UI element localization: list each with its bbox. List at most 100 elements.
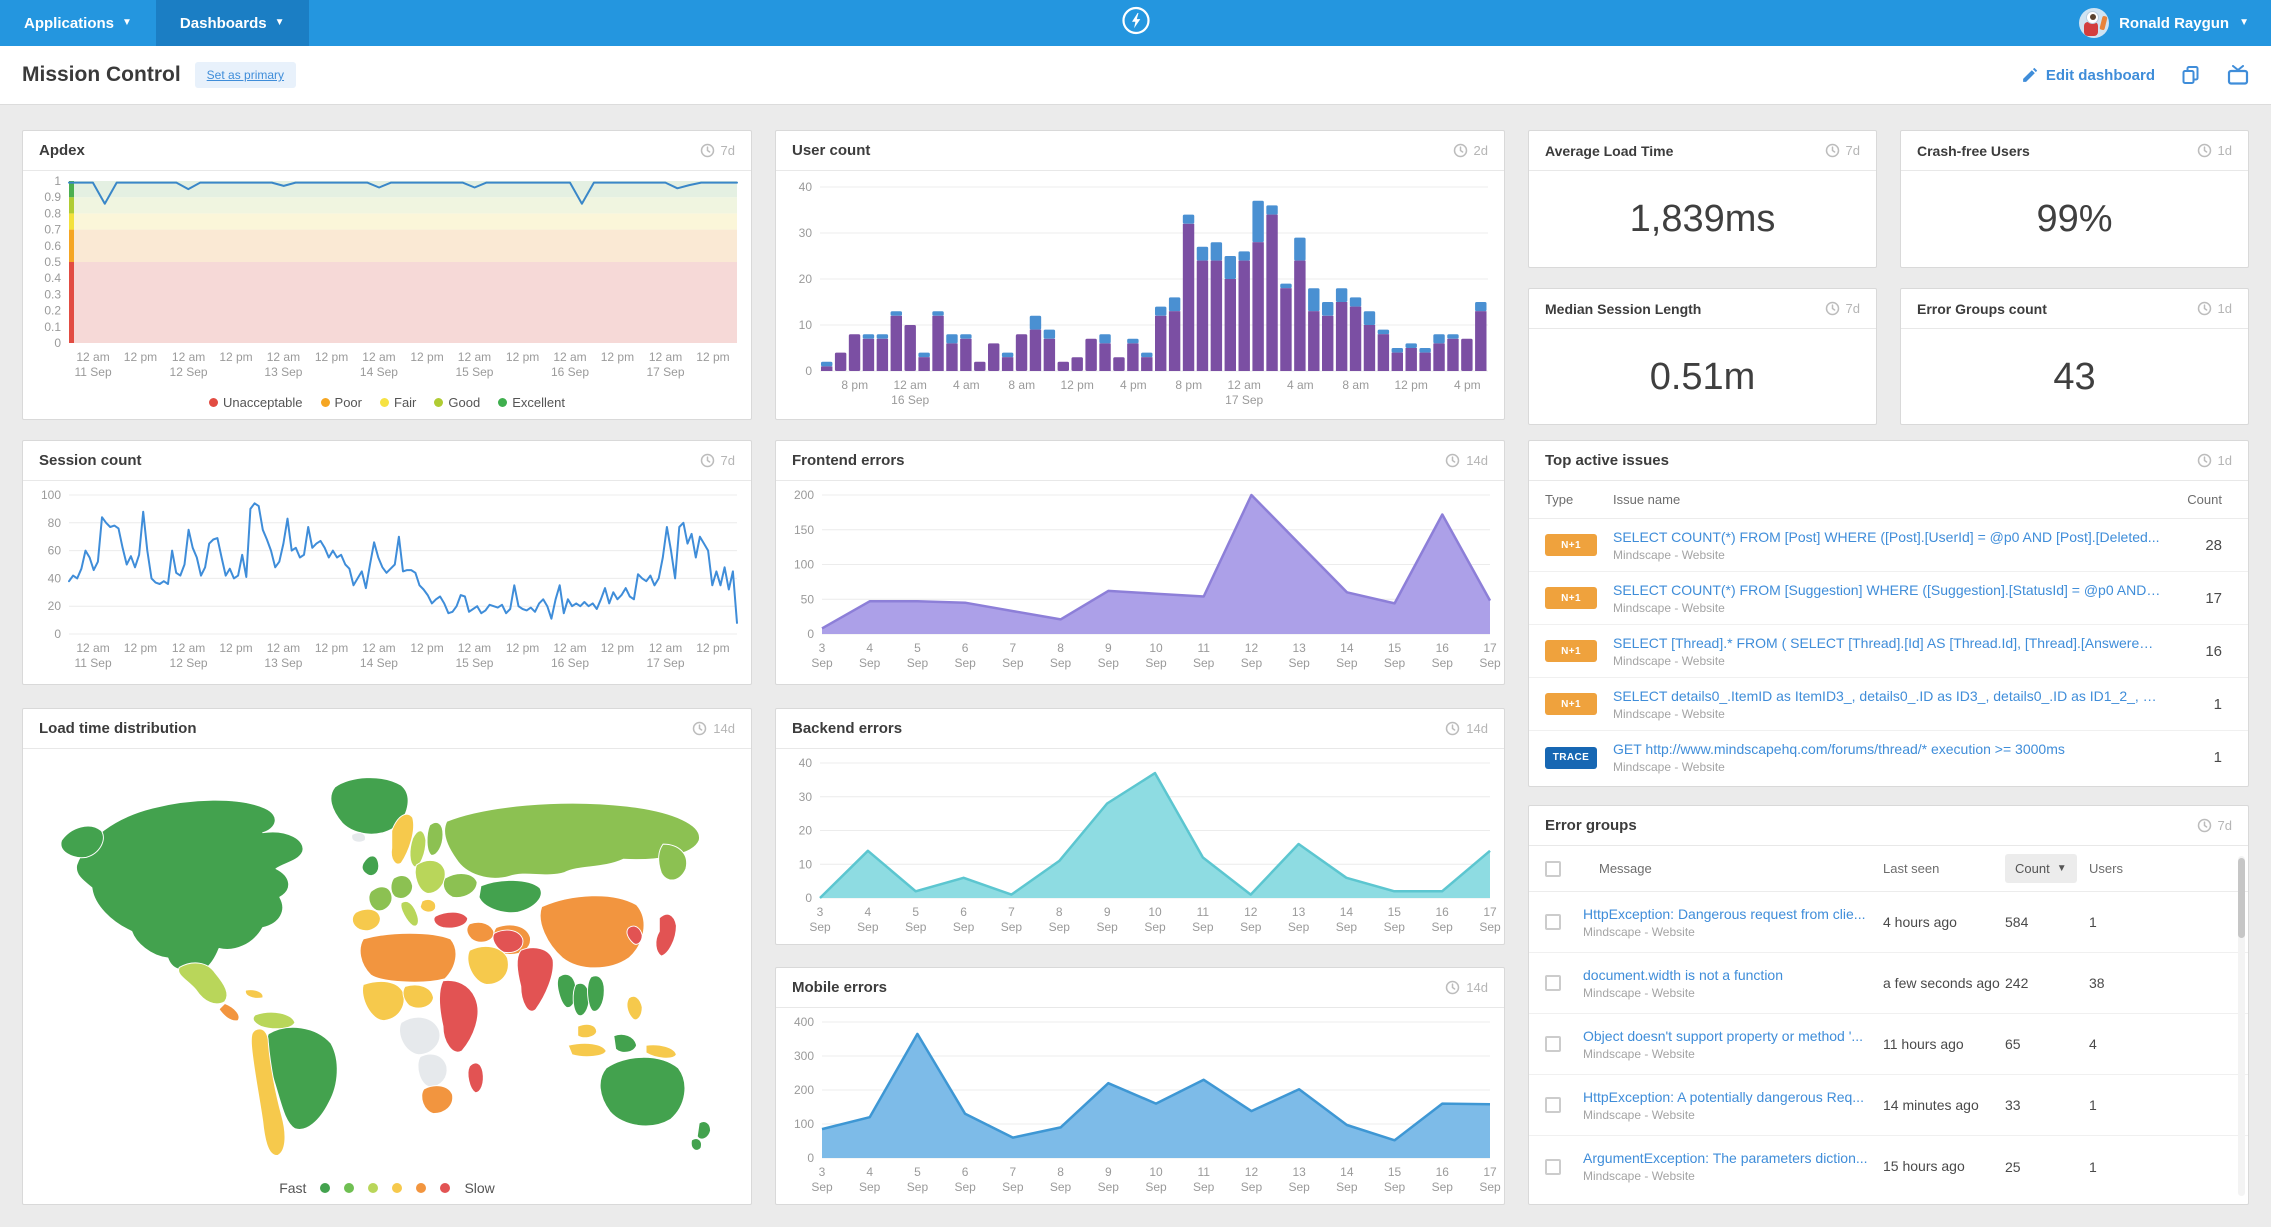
svg-text:Sep: Sep xyxy=(905,920,927,934)
time-period[interactable]: 7d xyxy=(700,143,735,158)
svg-text:11: 11 xyxy=(1197,1165,1210,1179)
svg-text:Sep: Sep xyxy=(907,656,929,670)
issue-link[interactable]: SELECT details0_.ItemID as ItemID3_, det… xyxy=(1613,688,2161,704)
issue-count: 1 xyxy=(2213,695,2222,713)
svg-text:Sep: Sep xyxy=(809,920,831,934)
error-count: 25 xyxy=(2005,1158,2021,1175)
time-period[interactable]: 14d xyxy=(1445,453,1488,468)
issue-link[interactable]: SELECT COUNT(*) FROM [Suggestion] WHERE … xyxy=(1613,582,2161,598)
svg-text:0: 0 xyxy=(805,364,812,378)
time-period[interactable]: 14d xyxy=(1445,980,1488,995)
clock-icon xyxy=(1446,721,1460,736)
time-period[interactable]: 1d xyxy=(2197,143,2232,158)
copy-dashboard-icon[interactable] xyxy=(2181,65,2201,85)
error-group-link[interactable]: document.width is not a function xyxy=(1583,967,1883,983)
svg-text:10: 10 xyxy=(799,318,813,332)
svg-text:11: 11 xyxy=(1197,641,1210,655)
svg-text:12 am: 12 am xyxy=(553,641,586,655)
issue-row: TRACE GET http://www.mindscapehq.com/for… xyxy=(1529,731,2248,784)
nav-applications[interactable]: Applications ▼ xyxy=(0,0,156,46)
svg-text:13 Sep: 13 Sep xyxy=(264,365,302,379)
issue-link[interactable]: SELECT [Thread].* FROM ( SELECT [Thread]… xyxy=(1613,635,2161,651)
svg-text:100: 100 xyxy=(794,1117,814,1131)
set-as-primary-button[interactable]: Set as primary xyxy=(194,62,297,88)
error-group-link[interactable]: HttpException: Dangerous request from cl… xyxy=(1583,906,1883,922)
svg-text:12 am: 12 am xyxy=(172,641,205,655)
svg-text:Sep: Sep xyxy=(1145,656,1167,670)
legend-dot xyxy=(392,1183,403,1193)
issue-link[interactable]: GET http://www.mindscapehq.com/forums/th… xyxy=(1613,741,2161,757)
svg-text:12 pm: 12 pm xyxy=(315,350,348,364)
stat-value: 99% xyxy=(2036,197,2113,240)
scrollbar-track[interactable] xyxy=(2238,856,2245,1196)
row-checkbox[interactable] xyxy=(1545,914,1561,930)
svg-text:40: 40 xyxy=(799,180,813,194)
panel-backend-errors: Backend errors 14d 0 10 20 30 40 3 Sep 4 Sep 5 Sep… xyxy=(775,708,1505,945)
row-checkbox[interactable] xyxy=(1545,1036,1561,1052)
svg-text:4 pm: 4 pm xyxy=(1120,378,1147,392)
svg-text:0: 0 xyxy=(807,627,814,641)
legend-dot xyxy=(498,397,508,407)
svg-text:Sep: Sep xyxy=(1288,1180,1310,1194)
svg-text:20: 20 xyxy=(799,824,813,838)
time-period[interactable]: 7d xyxy=(1825,143,1860,158)
svg-text:16 Sep: 16 Sep xyxy=(891,393,929,407)
top-nav: Applications ▼ Dashboards ▼ Ronald Raygu… xyxy=(0,0,2271,46)
scrollbar-thumb[interactable] xyxy=(2238,858,2245,938)
svg-text:3: 3 xyxy=(817,905,824,919)
error-groups-table-header: Message Last seen Count ▼ Users xyxy=(1529,846,2248,892)
svg-text:7: 7 xyxy=(1008,905,1015,919)
legend-dot xyxy=(320,397,330,407)
svg-text:0.4: 0.4 xyxy=(44,271,61,285)
svg-text:Sep: Sep xyxy=(1336,1180,1358,1194)
svg-text:13 Sep: 13 Sep xyxy=(264,656,302,670)
clock-icon xyxy=(2197,818,2211,833)
time-period[interactable]: 7d xyxy=(2197,818,2232,833)
svg-text:15: 15 xyxy=(1388,905,1402,919)
user-menu[interactable]: Ronald Raygun ▼ xyxy=(2079,0,2249,46)
svg-text:10: 10 xyxy=(799,857,813,871)
nav-dashboards[interactable]: Dashboards ▼ xyxy=(155,0,309,46)
issue-row: N+1 SELECT COUNT(*) FROM [Post] WHERE ([… xyxy=(1529,519,2248,572)
svg-text:Sep: Sep xyxy=(1001,920,1023,934)
time-period[interactable]: 7d xyxy=(1825,301,1860,316)
time-period[interactable]: 7d xyxy=(700,453,735,468)
count-sort-button[interactable]: Count ▼ xyxy=(2005,854,2077,883)
error-group-link[interactable]: Object doesn't support property or metho… xyxy=(1583,1028,1883,1044)
issue-count: 28 xyxy=(2205,536,2222,554)
row-checkbox[interactable] xyxy=(1545,1097,1561,1113)
raygun-logo-icon[interactable] xyxy=(1121,6,1151,41)
svg-text:12 Sep: 12 Sep xyxy=(170,365,208,379)
frontend-errors-chart: 0 50 100 150 200 3 Sep 4 Sep 5 Sep 6 Sep 7 Sep 8 Sep 9 Sep… xyxy=(776,481,1504,684)
error-users: 38 xyxy=(2089,975,2105,991)
svg-text:Sep: Sep xyxy=(1050,1180,1072,1194)
svg-text:12 pm: 12 pm xyxy=(601,350,634,364)
svg-text:8 pm: 8 pm xyxy=(1175,378,1202,392)
time-period[interactable]: 14d xyxy=(692,721,735,736)
tv-mode-icon[interactable] xyxy=(2227,65,2249,85)
time-period[interactable]: 1d xyxy=(2197,453,2232,468)
time-period[interactable]: 2d xyxy=(1453,143,1488,158)
edit-dashboard-button[interactable]: Edit dashboard xyxy=(2021,67,2155,84)
error-group-link[interactable]: ArgumentException: The parameters dictio… xyxy=(1583,1150,1883,1166)
stat-value: 0.51m xyxy=(1649,355,1756,398)
error-count: 584 xyxy=(2005,914,2029,930)
time-period[interactable]: 1d xyxy=(2197,301,2232,316)
row-checkbox[interactable] xyxy=(1545,1158,1561,1175)
svg-text:12 pm: 12 pm xyxy=(219,641,252,655)
error-group-row: Object doesn't support property or metho… xyxy=(1529,1014,2248,1075)
panel-title: Crash-free Users xyxy=(1917,142,2030,159)
error-count: 65 xyxy=(2005,1036,2021,1052)
issue-link[interactable]: SELECT COUNT(*) FROM [Post] WHERE ([Post… xyxy=(1613,529,2161,545)
row-checkbox[interactable] xyxy=(1545,975,1561,991)
time-period[interactable]: 14d xyxy=(1445,721,1488,736)
select-all-checkbox[interactable] xyxy=(1545,860,1561,877)
svg-text:15: 15 xyxy=(1388,641,1402,655)
page-title: Mission Control xyxy=(22,63,181,86)
last-seen: a few seconds ago xyxy=(1883,974,2000,991)
svg-text:13: 13 xyxy=(1292,1165,1306,1179)
error-group-link[interactable]: HttpException: A potentially dangerous R… xyxy=(1583,1089,1883,1105)
svg-text:Sep: Sep xyxy=(1432,656,1454,670)
svg-text:4 pm: 4 pm xyxy=(1454,378,1481,392)
svg-text:0.6: 0.6 xyxy=(44,239,61,253)
